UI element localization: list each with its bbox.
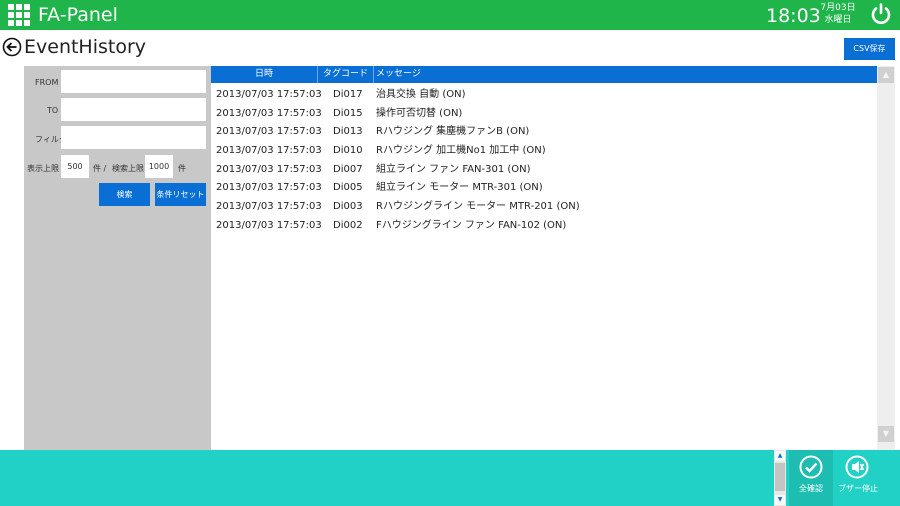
cell-tagcode: Di003 <box>333 201 363 212</box>
confirm-all-button[interactable]: 全確認 <box>789 450 833 506</box>
cell-tagcode: Di007 <box>333 164 363 175</box>
cell-tagcode: Di015 <box>333 108 363 119</box>
column-header-datetime[interactable]: 日時 <box>211 66 318 83</box>
table-row[interactable]: 2013/07/03 17:57:03 Di007 組立ライン ファン FAN-… <box>211 160 877 179</box>
scroll-up-icon[interactable]: ▲ <box>878 67 894 83</box>
cell-message: Rハウジングライン モーター MTR-201 (ON) <box>376 201 580 212</box>
cell-message: 組立ライン ファン FAN-301 (ON) <box>376 164 531 175</box>
buzzer-stop-label: ブザー停止 <box>838 484 878 493</box>
reset-conditions-button[interactable]: 条件リセット <box>155 183 206 206</box>
filter-input[interactable] <box>61 126 206 149</box>
display-limit-input[interactable] <box>61 155 89 178</box>
cell-datetime: 2013/07/03 17:57:03 <box>216 164 322 175</box>
display-limit-unit: 件 / <box>93 164 107 173</box>
search-limit-input[interactable] <box>145 155 173 178</box>
bottom-bar <box>0 450 900 506</box>
table-scrollbar[interactable]: ▲ ▼ <box>877 66 895 450</box>
column-header-message[interactable]: メッセージ <box>374 66 877 83</box>
cell-tagcode: Di002 <box>333 220 363 231</box>
cell-message: Fハウジングライン ファン FAN-102 (ON) <box>376 220 567 231</box>
table-row[interactable]: 2013/07/03 17:57:03 Di015 操作可否切替 (ON) <box>211 104 877 123</box>
alarm-scrollbar[interactable]: ▲ ▼ <box>774 450 786 506</box>
from-input[interactable] <box>61 70 206 93</box>
cell-tagcode: Di010 <box>333 145 363 156</box>
power-icon[interactable] <box>869 2 893 26</box>
search-limit-unit: 件 <box>178 164 186 173</box>
table-row[interactable]: 2013/07/03 17:57:03 Di013 Rハウジング 集塵機ファンB… <box>211 122 877 141</box>
to-label: TO <box>47 106 59 115</box>
date-text: 7月03日 <box>820 3 856 13</box>
cell-datetime: 2013/07/03 17:57:03 <box>216 108 322 119</box>
back-arrow-icon[interactable] <box>2 37 22 57</box>
search-limit-label: 検索上限 <box>112 164 144 173</box>
cell-message: 治具交換 自動 (ON) <box>376 89 466 100</box>
to-input[interactable] <box>61 98 206 121</box>
date-display: 7月03日 水曜日 <box>818 2 858 26</box>
cell-tagcode: Di017 <box>333 89 363 100</box>
cell-datetime: 2013/07/03 17:57:03 <box>216 182 322 193</box>
scroll-thumb[interactable] <box>775 463 785 491</box>
clock: 18:03 <box>766 5 821 27</box>
cell-datetime: 2013/07/03 17:57:03 <box>216 145 322 156</box>
page-title: EventHistory <box>24 36 147 58</box>
confirm-all-label: 全確認 <box>799 484 823 493</box>
app-title: FA-Panel <box>38 4 118 26</box>
cell-message: 組立ライン モーター MTR-301 (ON) <box>376 182 543 193</box>
search-button[interactable]: 検索 <box>99 183 150 206</box>
cell-datetime: 2013/07/03 17:57:03 <box>216 126 322 137</box>
table-row[interactable]: 2013/07/03 17:57:03 Di005 組立ライン モーター MTR… <box>211 178 877 197</box>
cell-datetime: 2013/07/03 17:57:03 <box>216 89 322 100</box>
scroll-down-icon[interactable]: ▼ <box>775 495 785 505</box>
cell-message: Rハウジング 加工機No1 加工中 (ON) <box>376 145 546 156</box>
cell-tagcode: Di013 <box>333 126 363 137</box>
table-header: 日時 タグコード メッセージ <box>211 66 877 83</box>
cell-tagcode: Di005 <box>333 182 363 193</box>
from-label: FROM <box>35 78 59 87</box>
filter-panel: FROM TO フィルタ 表示上限 件 / 検索上限 件 検索 条件リセット <box>24 66 211 450</box>
cell-datetime: 2013/07/03 17:57:03 <box>216 220 322 231</box>
check-circle-icon <box>799 455 823 479</box>
table-row[interactable]: 2013/07/03 17:57:03 Di003 Rハウジングライン モーター… <box>211 197 877 216</box>
event-table: 日時 タグコード メッセージ 2013/07/03 17:57:03 Di017… <box>211 66 877 450</box>
buzzer-stop-icon <box>845 455 869 479</box>
buzzer-stop-button[interactable]: ブザー停止 <box>835 450 881 506</box>
weekday-text: 水曜日 <box>824 15 852 25</box>
top-bar: FA-Panel 18:03 7月03日 水曜日 <box>0 0 900 30</box>
cell-message: Rハウジング 集塵機ファンB (ON) <box>376 126 530 137</box>
scroll-down-icon[interactable]: ▼ <box>878 426 894 442</box>
table-row[interactable]: 2013/07/03 17:57:03 Di010 Rハウジング 加工機No1 … <box>211 141 877 160</box>
cell-datetime: 2013/07/03 17:57:03 <box>216 201 322 212</box>
apps-grid-icon[interactable] <box>8 4 30 26</box>
column-header-tagcode[interactable]: タグコード <box>318 66 374 83</box>
csv-save-button[interactable]: CSV保存 <box>844 38 895 60</box>
display-limit-label: 表示上限 <box>27 164 59 173</box>
table-row[interactable]: 2013/07/03 17:57:03 Di002 Fハウジングライン ファン … <box>211 216 877 235</box>
table-row[interactable]: 2013/07/03 17:57:03 Di017 治具交換 自動 (ON) <box>211 85 877 104</box>
cell-message: 操作可否切替 (ON) <box>376 108 463 119</box>
scroll-up-icon[interactable]: ▲ <box>775 451 785 461</box>
